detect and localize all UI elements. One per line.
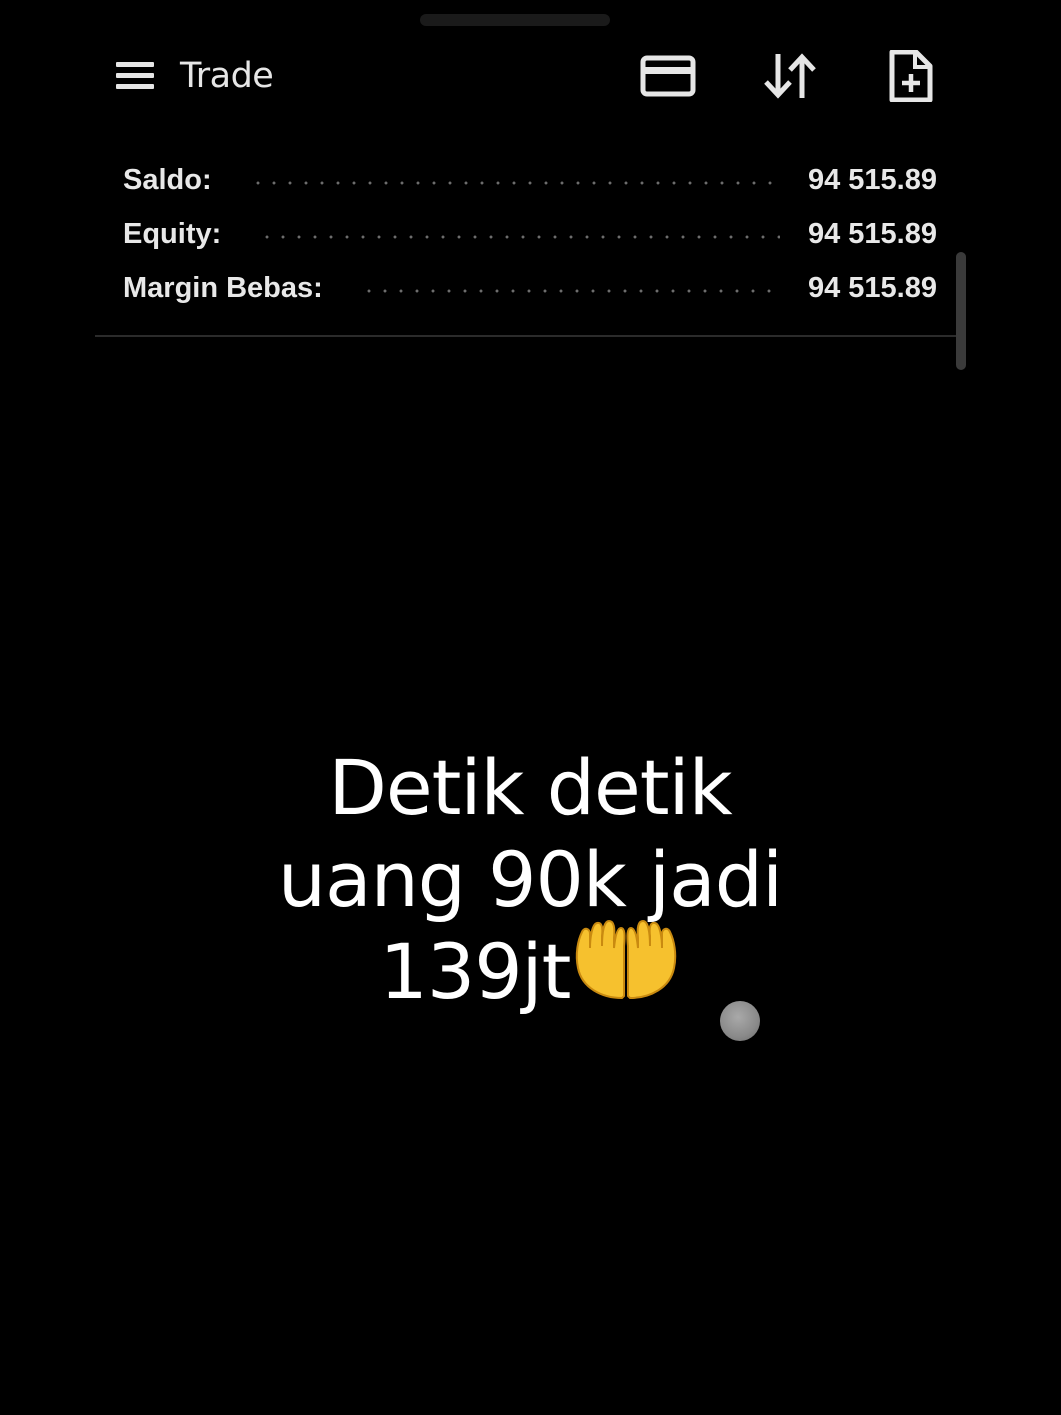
scrollbar-thumb[interactable]	[956, 252, 966, 370]
caption-line-3: 139jt	[130, 919, 930, 1022]
touch-indicator	[720, 1001, 760, 1041]
summary-label: Margin Bebas:	[123, 271, 323, 304]
new-document-icon[interactable]	[884, 50, 940, 102]
page-title: Trade	[180, 56, 274, 96]
status-notch	[420, 14, 610, 26]
dotted-leader	[249, 181, 780, 185]
credit-card-icon[interactable]	[640, 50, 696, 102]
overlay-caption: Detik detik uang 90k jadi 139jt	[130, 742, 930, 1022]
sort-arrows-icon[interactable]	[762, 50, 818, 102]
caption-line-2: uang 90k jadi	[277, 835, 783, 924]
caption-line-3-text: 139jt	[379, 927, 572, 1016]
summary-row-equity: Equity: 94 515.89	[123, 214, 937, 254]
summary-value: 94 515.89	[807, 271, 937, 304]
summary-value: 94 515.89	[807, 163, 937, 196]
account-summary: Saldo: 94 515.89 Equity: 94 515.89 Margi…	[95, 150, 960, 337]
menu-icon[interactable]	[114, 58, 158, 92]
summary-label: Equity:	[123, 217, 222, 250]
palms-up-together-icon	[572, 918, 680, 1022]
caption-line-1: Detik detik	[328, 743, 732, 832]
summary-row-margin-bebas: Margin Bebas: 94 515.89	[123, 268, 937, 308]
summary-label: Saldo:	[123, 163, 212, 196]
dotted-leader	[360, 289, 780, 293]
dotted-leader	[259, 235, 780, 239]
summary-value: 94 515.89	[807, 217, 937, 250]
summary-row-saldo: Saldo: 94 515.89	[123, 160, 937, 200]
toolbar: Trade	[0, 40, 1061, 112]
